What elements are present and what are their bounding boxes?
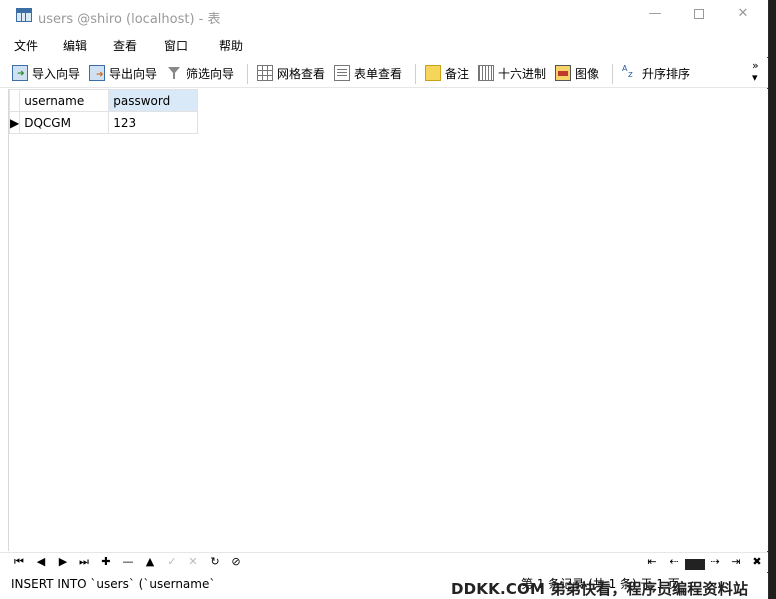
menu-window[interactable]: 窗口: [164, 37, 188, 54]
image-icon: [555, 65, 571, 81]
toolbar-separator: [247, 64, 248, 84]
first-page-button[interactable]: ⇤: [645, 555, 659, 568]
hex-label: 十六进制: [498, 66, 547, 81]
table-row[interactable]: ▶ DQCGM 123: [8, 111, 199, 134]
menu-view[interactable]: 查看: [113, 37, 137, 54]
toolbar: 导入向导 导出向导 筛选向导 网格查看 表单查看 备注 十六进制: [0, 58, 768, 88]
watermark-text: DDKK.COM 弟弟快看，程序员编程资料站: [451, 580, 749, 598]
hex-icon: [478, 65, 494, 81]
cell-password[interactable]: 123: [108, 111, 199, 134]
move-up-button[interactable]: ▲: [143, 555, 157, 568]
dropdown-arrow-icon: ▾: [752, 71, 758, 84]
desktop-background-strip: [769, 0, 776, 599]
form-view-label: 表单查看: [354, 66, 403, 81]
tools-settings-icon[interactable]: ✖: [750, 555, 764, 568]
import-wizard-label: 导入向导: [32, 66, 81, 81]
previous-page-button[interactable]: ⇠: [667, 555, 681, 568]
status-bar: INSERT INTO `users` (`username` 第 1 条记录 …: [0, 573, 768, 599]
previous-record-button[interactable]: ◀: [34, 555, 48, 568]
last-record-button[interactable]: ⏭: [77, 555, 91, 569]
last-page-button[interactable]: ⇥: [729, 555, 743, 568]
menu-edit[interactable]: 编辑: [63, 37, 87, 54]
filter-wizard-label: 筛选向导: [186, 66, 235, 81]
sort-ascending-button[interactable]: 升序排序: [622, 64, 690, 82]
memo-icon: [425, 65, 441, 81]
menu-file[interactable]: 文件: [14, 37, 38, 54]
form-view-button[interactable]: 表单查看: [334, 64, 402, 82]
record-navigation-bar: ⏮ ◀ ▶ ⏭ ✚ — ▲ ✓ ✕ ↻ ⊘ ⇤ ⇠ ⇢ ⇥ ✖: [0, 552, 768, 572]
filter-icon: [166, 65, 182, 81]
toolbar-separator: [415, 64, 416, 84]
sort-az-icon: [622, 64, 638, 81]
table-icon: [16, 8, 32, 22]
column-header-password[interactable]: password: [108, 89, 199, 112]
image-label: 图像: [575, 66, 600, 81]
stop-button[interactable]: ⊘: [229, 555, 243, 568]
export-wizard-label: 导出向导: [109, 66, 158, 81]
table-window: users @shiro (localhost) - 表 — ✕ 文件 编辑 查…: [0, 0, 768, 599]
menu-help[interactable]: 帮助: [219, 37, 243, 54]
import-icon: [12, 65, 28, 81]
header-row: username password: [8, 89, 199, 112]
maximize-button[interactable]: [684, 6, 714, 24]
grid-icon: [257, 65, 273, 81]
delete-record-button[interactable]: —: [121, 555, 135, 568]
apply-changes-button[interactable]: ✓: [165, 555, 179, 568]
export-wizard-button[interactable]: 导出向导: [89, 64, 157, 82]
grid-view-button[interactable]: 网格查看: [257, 64, 325, 82]
page-number-field[interactable]: [685, 559, 705, 570]
sort-ascending-label: 升序排序: [642, 66, 691, 81]
add-record-button[interactable]: ✚: [99, 555, 113, 568]
next-record-button[interactable]: ▶: [56, 555, 70, 568]
title-bar: users @shiro (localhost) - 表 — ✕: [0, 0, 768, 31]
row-indicator-header: [8, 89, 21, 112]
grid-view-label: 网格查看: [277, 66, 326, 81]
column-header-username[interactable]: username: [19, 89, 110, 112]
memo-label: 备注: [445, 66, 470, 81]
current-row-pointer-icon: ▶: [8, 111, 21, 134]
close-button[interactable]: ✕: [728, 6, 758, 24]
first-record-button[interactable]: ⏮: [12, 555, 26, 569]
image-button[interactable]: 图像: [555, 64, 599, 82]
import-wizard-button[interactable]: 导入向导: [12, 64, 80, 82]
sql-preview-text: INSERT INTO `users` (`username`: [11, 577, 216, 591]
window-title: users @shiro (localhost) - 表: [38, 12, 221, 27]
data-grid[interactable]: username password ▶ DQCGM 123: [8, 89, 768, 551]
export-icon: [89, 65, 105, 81]
minimize-button[interactable]: —: [640, 6, 670, 24]
hex-button[interactable]: 十六进制: [478, 64, 546, 82]
discard-changes-button[interactable]: ✕: [186, 555, 200, 568]
grid-table: username password ▶ DQCGM 123: [8, 89, 199, 134]
form-icon: [334, 65, 350, 81]
cell-username[interactable]: DQCGM: [19, 111, 110, 134]
toolbar-overflow-button[interactable]: » ▾: [752, 60, 759, 84]
toolbar-separator: [612, 64, 613, 84]
memo-button[interactable]: 备注: [425, 64, 469, 82]
maximize-icon: [694, 9, 704, 19]
filter-wizard-button[interactable]: 筛选向导: [166, 64, 234, 82]
next-page-button[interactable]: ⇢: [708, 555, 722, 568]
refresh-button[interactable]: ↻: [208, 555, 222, 568]
menu-bar: 文件 编辑 查看 窗口 帮助: [0, 31, 768, 57]
